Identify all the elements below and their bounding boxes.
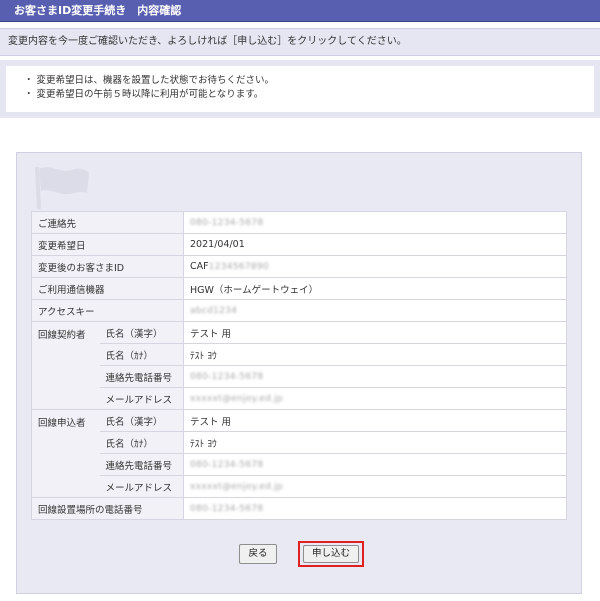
row-value: 080-1234-5678 — [183, 211, 568, 234]
confirmation-panel: ご連絡先 080-1234-5678 変更希望日 2021/04/01 変更後の… — [16, 152, 582, 594]
row-value: 080-1234-5678 — [183, 365, 568, 388]
apply-button-highlight: 申し込む — [298, 541, 364, 567]
flag-icon — [35, 166, 89, 210]
table-row: ご連絡先 080-1234-5678 — [30, 211, 568, 234]
row-label: メールアドレス — [99, 387, 185, 410]
row-value: ﾃｽﾄ ﾖｳ — [183, 343, 568, 366]
apply-button[interactable]: 申し込む — [303, 545, 359, 563]
table-row: メールアドレス xxxxxt@enjoy.ed.jp — [32, 475, 568, 498]
row-value: CAF1234567890 — [183, 255, 568, 278]
table-row: 回線設置場所の電話番号 080-1234-5678 — [30, 497, 568, 520]
row-value: 080-1234-5678 — [183, 497, 568, 520]
back-button[interactable]: 戻る — [239, 544, 277, 564]
table-row: アクセスキー abcd1234 — [30, 299, 568, 322]
row-value: xxxxxt@enjoy.ed.jp — [183, 475, 568, 498]
table-row: 変更希望日 2021/04/01 — [30, 233, 568, 256]
row-label: 氏名（ｶﾅ） — [99, 431, 185, 454]
table-row: 氏名（ｶﾅ） ﾃｽﾄ ﾖｳ — [32, 431, 568, 454]
id-prefix: CAF — [190, 261, 209, 272]
note-line: ・ 変更希望日の午前５時以降に利用が可能となります。 — [24, 89, 264, 100]
contact-value: 080-1234-5678 — [190, 218, 264, 228]
table-row: 氏名（ｶﾅ） ﾃｽﾄ ﾖｳ — [32, 343, 568, 366]
row-label: ご利用通信機器 — [30, 277, 185, 300]
table-row: メールアドレス xxxxxt@enjoy.ed.jp — [32, 387, 568, 410]
row-label: 氏名（漢字） — [99, 409, 185, 432]
row-value: HGW（ホームゲートウェイ） — [183, 277, 568, 300]
mail-value: xxxxxt@enjoy.ed.jp — [190, 482, 284, 492]
row-value: 2021/04/01 — [183, 233, 568, 256]
note-line: ・ 変更希望日は、機器を設置した状態でお待ちください。 — [24, 75, 275, 86]
row-label: 氏名（漢字） — [99, 321, 185, 344]
table-row: 回線契約者 氏名（漢字） テスト 用 — [31, 321, 568, 410]
confirmation-table: ご連絡先 080-1234-5678 変更希望日 2021/04/01 変更後の… — [30, 211, 568, 520]
phone-value: 080-1234-5678 — [190, 460, 264, 470]
row-label: 変更希望日 — [30, 233, 185, 256]
row-label: 回線設置場所の電話番号 — [30, 497, 185, 520]
row-label: 連絡先電話番号 — [99, 365, 185, 388]
phone-value: 080-1234-5678 — [190, 372, 264, 382]
instruction-text: 変更内容を今一度ご確認いただき、よろしければ［申し込む］をクリックしてください。 — [0, 28, 600, 56]
table-row: 連絡先電話番号 080-1234-5678 — [32, 453, 568, 476]
row-value: テスト 用 — [183, 409, 568, 432]
mail-value: xxxxxt@enjoy.ed.jp — [190, 394, 284, 404]
access-key-value: abcd1234 — [190, 306, 238, 316]
row-value: テスト 用 — [183, 321, 568, 344]
notes-inner: ・ 変更希望日は、機器を設置した状態でお待ちください。 ・ 変更希望日の午前５時… — [6, 66, 594, 112]
id-value: 1234567890 — [208, 262, 269, 272]
row-label: ご連絡先 — [30, 211, 185, 234]
group-label: 回線契約者 — [31, 321, 100, 410]
row-label: 氏名（ｶﾅ） — [99, 343, 185, 366]
table-row: 回線申込者 氏名（漢字） テスト 用 — [31, 409, 568, 498]
notes-box: ・ 変更希望日は、機器を設置した状態でお待ちください。 ・ 変更希望日の午前５時… — [0, 60, 600, 118]
page: お客さまID変更手続き 内容確認 変更内容を今一度ご確認いただき、よろしければ［… — [0, 0, 600, 601]
row-label: 連絡先電話番号 — [99, 453, 185, 476]
row-value: 080-1234-5678 — [183, 453, 568, 476]
table-row: 変更後のお客さまID CAF1234567890 — [30, 255, 568, 278]
site-phone-value: 080-1234-5678 — [190, 504, 264, 514]
table-row: ご利用通信機器 HGW（ホームゲートウェイ） — [30, 277, 568, 300]
group-label: 回線申込者 — [31, 409, 100, 498]
row-value: abcd1234 — [183, 299, 568, 322]
row-label: アクセスキー — [30, 299, 185, 322]
row-label: 変更後のお客さまID — [30, 255, 185, 278]
row-value: ﾃｽﾄ ﾖｳ — [183, 431, 568, 454]
page-title: お客さまID変更手続き 内容確認 — [0, 0, 600, 22]
row-value: xxxxxt@enjoy.ed.jp — [183, 387, 568, 410]
row-label: メールアドレス — [99, 475, 185, 498]
table-row: 連絡先電話番号 080-1234-5678 — [32, 365, 568, 388]
